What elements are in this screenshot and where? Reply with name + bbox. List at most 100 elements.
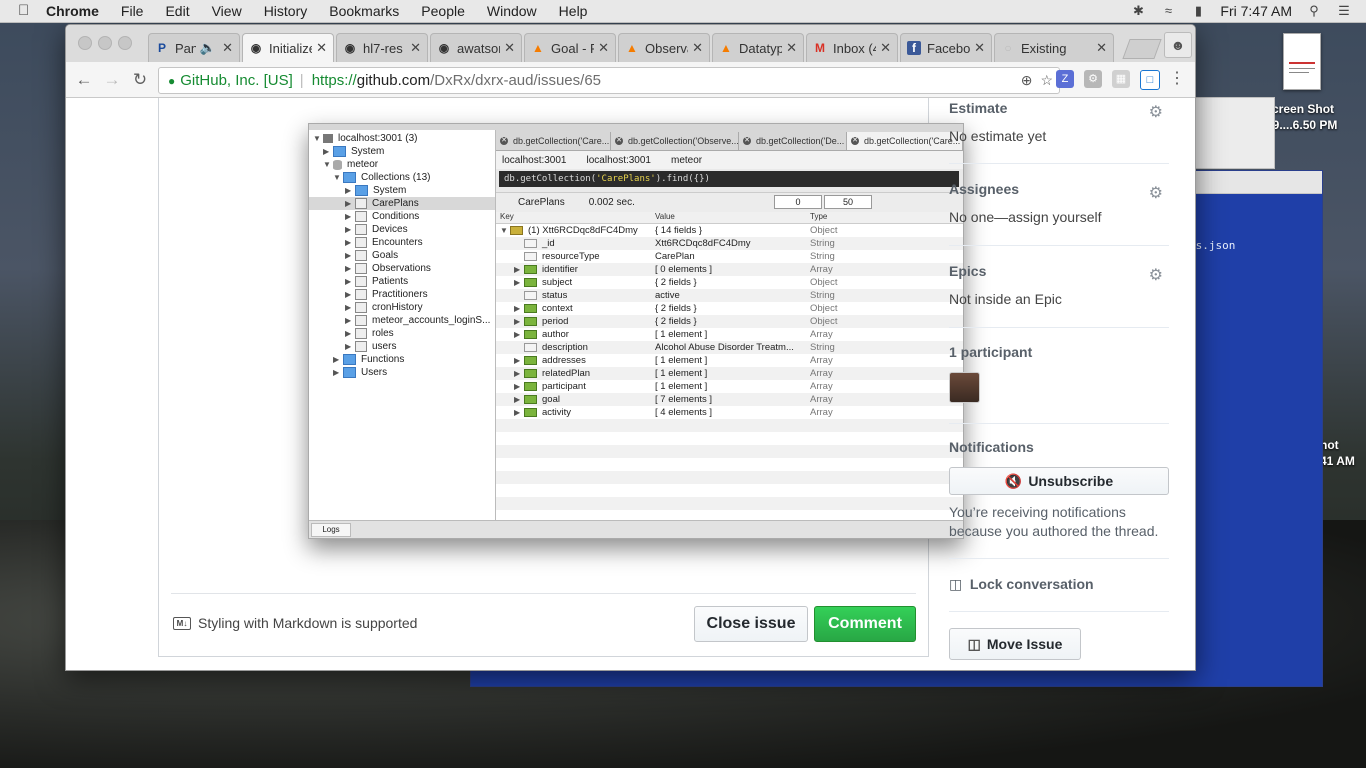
chrome-menu-icon[interactable]: ⋮ (1168, 70, 1186, 88)
browser-tab[interactable]: ◉ awatsor ✕ (430, 33, 522, 62)
tab-close-icon[interactable]: ✕ (786, 40, 797, 56)
grid-row: ▶ author[ 1 element ] Array (514, 329, 833, 340)
move-issue-button[interactable]: ◫ Move Issue (949, 628, 1081, 660)
comment-button[interactable]: Comment (814, 606, 916, 642)
battery-icon[interactable]: ▮ (1190, 4, 1206, 18)
browser-tab[interactable]: ▲ Datatyp ✕ (712, 33, 804, 62)
bluetooth-icon[interactable]: ✱ (1130, 4, 1146, 18)
unsubscribe-button[interactable]: 🔇 Unsubscribe (949, 467, 1169, 495)
bookmark-star-icon[interactable]: ☆ (1040, 72, 1053, 89)
menu-window[interactable]: Window (487, 3, 537, 19)
tab-title: awatsor (457, 40, 501, 56)
tab-close-icon[interactable]: ✕ (316, 40, 327, 56)
grid-row: ▼ (1) Xtt6RCDqc8dFC4Dmy{ 14 fields } Objec… (500, 225, 838, 236)
menu-bookmarks[interactable]: Bookmarks (329, 3, 399, 19)
fire-icon: ▲ (626, 41, 638, 55)
tab-close-icon[interactable]: ✕ (410, 40, 421, 56)
mute-icon[interactable]: 🔈 (200, 40, 216, 56)
close-issue-button[interactable]: Close issue (694, 606, 808, 642)
menu-app[interactable]: Chrome (46, 3, 99, 19)
menu-view[interactable]: View (212, 3, 242, 19)
browser-toolbar: ← → ↻ ● GitHub, Inc. [US] | https:// git… (66, 62, 1195, 98)
gear-icon[interactable]: ⚙ (1149, 183, 1163, 203)
tab-close-icon[interactable]: ✕ (504, 40, 515, 56)
browser-tab-active[interactable]: ◉ Initialize ✕ (242, 33, 334, 62)
robomongo-result-bar: CarePlans 0.002 sec. 0 50 (496, 192, 963, 213)
lock-conversation-link[interactable]: ◫ Lock conversation (949, 576, 1169, 593)
url-host: github.com (356, 72, 431, 89)
spotlight-search-icon[interactable]: ⚲ (1306, 4, 1322, 18)
grid-empty-row (496, 484, 963, 497)
tab-close-icon[interactable]: ✕ (974, 40, 985, 56)
tab-close-icon[interactable]: ✕ (222, 40, 233, 56)
screen-capture-extension-icon[interactable]: □ (1140, 70, 1160, 90)
address-bar[interactable]: ● GitHub, Inc. [US] | https:// github.co… (158, 67, 1060, 94)
grid-empty-row (496, 471, 963, 484)
menu-file[interactable]: File (121, 3, 144, 19)
window-close-button[interactable] (78, 36, 92, 50)
browser-tab[interactable]: ○ Existing ✕ (994, 33, 1114, 62)
mute-icon: 🔇 (1004, 472, 1023, 489)
zoom-icon[interactable]: ⊕ (1021, 72, 1033, 89)
zenhub-extension-icon[interactable]: Z (1056, 70, 1074, 88)
gear-icon[interactable]: ⚙ (1149, 102, 1163, 122)
chrome-window: P Pand 🔈 ✕ ◉ Initialize ✕ ◉ hl7-res ✕ ◉ … (65, 24, 1196, 671)
tab-close-icon[interactable]: ✕ (598, 40, 609, 56)
menu-history[interactable]: History (264, 3, 308, 19)
extension-icon[interactable]: ⚙ (1084, 70, 1102, 88)
tree-collection: ▶ Practitioners (345, 289, 428, 300)
page-content: ▼ localhost:3001 (3) ▶ System ▼ meteor ▼ Col… (66, 98, 1195, 670)
menubar-clock[interactable]: Fri 7:47 AM (1220, 3, 1292, 19)
menu-people[interactable]: People (421, 3, 465, 19)
avatar[interactable] (949, 372, 980, 403)
browser-tab[interactable]: ◉ hl7-res ✕ (336, 33, 428, 62)
tree-collection: ▶ Patients (345, 276, 409, 287)
secure-origin-label: GitHub, Inc. [US] (180, 72, 293, 89)
tab-close-icon[interactable]: ✕ (1096, 40, 1107, 56)
notification-center-icon[interactable]: ☰ (1336, 4, 1352, 18)
browser-tab[interactable]: ▲ Goal - F ✕ (524, 33, 616, 62)
robomongo-tab-active: ✕ db.getCollection('Care... (847, 132, 963, 150)
gear-icon[interactable]: ⚙ (1149, 265, 1163, 285)
browser-tab[interactable]: P Pand 🔈 ✕ (148, 33, 240, 62)
new-tab-button[interactable] (1122, 39, 1162, 59)
lock-icon: ◫ (949, 576, 963, 592)
grid-empty-row (496, 432, 963, 445)
tab-close-icon[interactable]: ✕ (692, 40, 703, 56)
grid-row: ▶ participant[ 1 element ] Array (514, 381, 833, 392)
tree-db: ▼ meteor (323, 159, 379, 170)
menu-help[interactable]: Help (559, 3, 588, 19)
forward-arrow-icon[interactable]: → (100, 68, 124, 92)
assign-yourself-link[interactable]: No one—assign yourself (949, 209, 1169, 225)
tree-collections: ▼ Collections (13) (333, 172, 431, 183)
paypal-icon: P (157, 41, 166, 55)
apple-icon[interactable]:  (18, 3, 34, 19)
profile-icon[interactable]: ☻ (1164, 32, 1192, 58)
tab-close-icon[interactable]: ✕ (880, 40, 891, 56)
epics-section: Epics ⚙ Not inside an Epic (949, 263, 1163, 307)
reload-icon[interactable]: ↻ (128, 68, 152, 92)
tree-collection: ▶ Devices (345, 224, 408, 235)
browser-tab[interactable]: ▲ Observa ✕ (618, 33, 710, 62)
assignees-section: Assignees ⚙ No one—assign yourself (949, 181, 1169, 225)
embedded-robomongo-screenshot: ▼ localhost:3001 (3) ▶ System ▼ meteor ▼ Col… (308, 123, 964, 539)
window-minimize-button[interactable] (98, 36, 112, 50)
tree-users: ▶ Users (333, 367, 388, 378)
markdown-note[interactable]: M↓ Styling with Markdown is supported (173, 615, 417, 631)
menu-edit[interactable]: Edit (165, 3, 189, 19)
tab-title: Existing (1021, 40, 1067, 56)
tree-functions: ▶ Functions (333, 354, 405, 365)
browser-tab[interactable]: f Faceboo ✕ (900, 33, 992, 62)
url-scheme: https:// (311, 72, 357, 89)
window-zoom-button[interactable] (118, 36, 132, 50)
background-window[interactable] (1195, 97, 1275, 169)
grid-row: ▶ relatedPlan[ 1 element ] Array (496, 367, 963, 380)
wifi-icon[interactable]: ≈ (1160, 4, 1176, 18)
back-arrow-icon[interactable]: ← (72, 68, 96, 92)
lock-icon: ● (168, 73, 176, 88)
extension-icon[interactable]: ▦ (1112, 70, 1130, 88)
browser-tab[interactable]: M Inbox (4 ✕ (806, 33, 898, 62)
grid-row: _id Xtt6RCDqc8dFC4Dmy String (496, 237, 963, 250)
desktop-screenshot-file[interactable] (1283, 33, 1321, 90)
desktop-file-label: 41 AM (1320, 454, 1355, 468)
